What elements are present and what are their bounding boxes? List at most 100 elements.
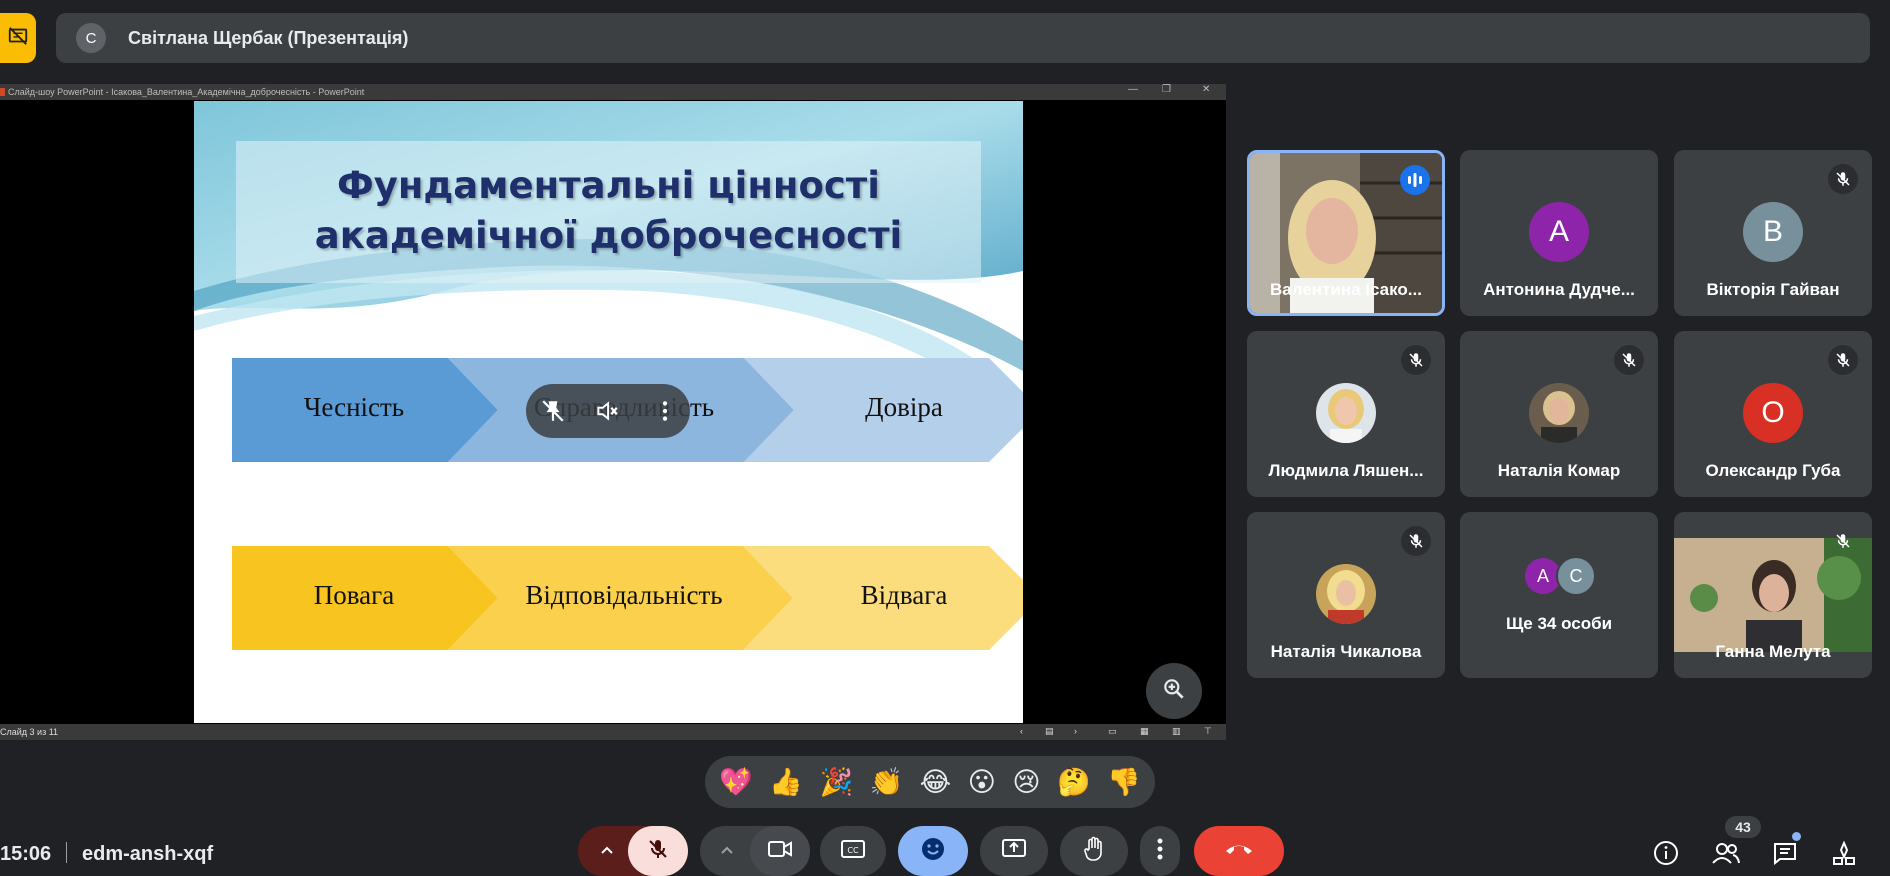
zoom-in-icon (1161, 676, 1187, 707)
participant-tile[interactable]: Наталія Комар (1460, 331, 1658, 497)
raise-hand-button[interactable] (1060, 826, 1128, 876)
next-slide-icon[interactable]: › (1074, 726, 1077, 736)
meeting-details-icon[interactable] (1648, 838, 1684, 868)
participant-tile[interactable]: А Антонина Дудче... (1460, 150, 1658, 316)
participant-name: Наталія Чикалова (1270, 642, 1422, 661)
slideshow-view-icon[interactable]: ⊤ (1204, 726, 1212, 737)
reaction-thumbs-down[interactable]: 👎 (1107, 766, 1141, 798)
reaction-thumbs-up[interactable]: 👍 (769, 766, 803, 798)
mic-off-icon (1401, 526, 1431, 556)
emoji-icon (920, 836, 946, 867)
slide-counter: Слайд 3 из 11 (0, 727, 59, 737)
participant-photo (1529, 383, 1589, 443)
participant-count-badge: 43 (1725, 816, 1761, 838)
participant-tile[interactable]: Валентина Ісако... (1247, 150, 1445, 316)
speaking-indicator-icon (1400, 165, 1430, 195)
ppt-window-title: Слайд-шоу PowerPoint - Ісакова_Валентина… (8, 87, 365, 97)
separator (66, 842, 67, 863)
reaction-surprised[interactable]: 😮 (968, 767, 996, 798)
participant-name: Валентина Ісако... (1270, 280, 1422, 299)
reaction-sparkling-heart[interactable]: 💖 (719, 766, 753, 798)
close-icon[interactable]: ✕ (1202, 84, 1210, 95)
reaction-thinking[interactable]: 🤔 (1057, 766, 1091, 798)
present-off-icon (7, 25, 29, 52)
powerpoint-window: Слайд-шоу PowerPoint - Ісакова_Валентина… (0, 84, 1226, 740)
people-icon[interactable] (1708, 838, 1744, 868)
participant-name: Людмила Ляшен... (1268, 461, 1424, 480)
ppt-statusbar: Слайд 3 из 11 ‹ ▤ › ▭ ▦ ▥ ⊤ (0, 724, 1226, 740)
slide-title: Фундаментальні цінності академічної добр… (236, 161, 981, 261)
reaction-clapping[interactable]: 👏 (870, 766, 904, 798)
minimize-icon[interactable]: — (1128, 84, 1138, 95)
captions-icon: CC (840, 839, 866, 864)
chat-unread-dot (1792, 832, 1801, 841)
activities-icon[interactable] (1826, 838, 1862, 868)
stop-presenting-button[interactable] (0, 13, 36, 63)
presenter-avatar: С (76, 23, 106, 53)
reaction-party-popper[interactable]: 🎉 (819, 766, 853, 798)
normal-view-icon[interactable]: ▭ (1108, 726, 1117, 737)
participant-name: Наталія Комар (1497, 461, 1621, 480)
powerpoint-icon (0, 88, 5, 96)
microphone-button[interactable] (628, 826, 688, 876)
video-options-chevron-icon[interactable] (720, 842, 734, 860)
presenter-label: Світлана Щербак (Презентація) (128, 27, 409, 48)
sorter-view-icon[interactable]: ▦ (1140, 726, 1149, 737)
participant-name: Антонина Дудче... (1483, 280, 1635, 299)
presentation-banner: С Світлана Щербак (Презентація) (56, 13, 1870, 63)
mic-off-icon (1401, 345, 1431, 375)
participant-avatar: А (1529, 202, 1589, 262)
participant-tile[interactable]: Людмила Ляшен... (1247, 331, 1445, 497)
participant-tile[interactable]: О Олександр Губа (1674, 331, 1872, 497)
restore-icon[interactable]: ❐ (1162, 84, 1171, 95)
audio-options-chevron-icon[interactable] (600, 842, 614, 860)
zoom-in-button[interactable] (1146, 663, 1202, 719)
reactions-bar: 💖 👍 🎉 👏 😂 😮 😢 🤔 👎 (705, 756, 1155, 808)
camera-button[interactable] (750, 826, 810, 876)
participant-photo (1316, 383, 1376, 443)
participant-tile[interactable]: Ганна Мелута (1674, 512, 1872, 678)
mic-off-icon (646, 837, 670, 866)
more-options-icon[interactable] (652, 398, 678, 429)
more-participants-label: Ще 34 особи (1505, 614, 1613, 633)
more-vert-icon (1157, 838, 1163, 865)
reading-view-icon[interactable]: ▥ (1172, 726, 1181, 737)
reaction-laughing[interactable]: 😂 (920, 767, 952, 798)
participant-name: Олександр Губа (1705, 461, 1841, 480)
captions-button[interactable]: CC (820, 826, 886, 876)
participant-avatar: О (1743, 383, 1803, 443)
unpin-icon[interactable] (540, 398, 566, 429)
chat-icon[interactable] (1767, 838, 1803, 868)
mute-presenter-icon[interactable] (594, 398, 620, 429)
leave-call-button[interactable] (1194, 826, 1284, 876)
present-screen-icon (1001, 838, 1027, 865)
value-respect: Повага (313, 580, 395, 610)
participant-avatar: С (1556, 556, 1596, 596)
mic-off-icon (1828, 345, 1858, 375)
prev-slide-icon[interactable]: ‹ (1020, 726, 1023, 736)
participant-name: Ганна Мелута (1715, 642, 1831, 661)
participant-tile[interactable]: В Вікторія Гайван (1674, 150, 1872, 316)
ppt-titlebar: Слайд-шоу PowerPoint - Ісакова_Валентина… (0, 84, 1226, 100)
present-screen-button[interactable] (980, 826, 1048, 876)
participant-photo (1316, 564, 1376, 624)
floating-presenter-controls (526, 384, 690, 438)
camera-icon (767, 838, 793, 865)
reaction-crying[interactable]: 😢 (1012, 767, 1040, 798)
slide-title-line1: Фундаментальні цінності (337, 164, 880, 207)
mic-off-icon (1828, 164, 1858, 194)
mic-off-icon (1614, 345, 1644, 375)
emoji-reactions-button[interactable] (898, 826, 968, 876)
mic-off-icon (1828, 526, 1858, 556)
value-responsibility: Відповідальність (525, 580, 723, 610)
value-honesty: Чесність (303, 392, 405, 422)
participant-tile[interactable]: Наталія Чикалова (1247, 512, 1445, 678)
more-participants-tile[interactable]: А С Ще 34 особи (1460, 512, 1658, 678)
more-options-button[interactable] (1140, 826, 1180, 876)
slide-title-line2: академічної доброчесності (314, 214, 903, 257)
slides-menu-icon[interactable]: ▤ (1045, 726, 1054, 737)
participant-avatar: В (1743, 202, 1803, 262)
end-call-icon (1224, 842, 1254, 861)
value-courage: Відвага (860, 580, 948, 610)
hand-icon (1082, 836, 1106, 867)
